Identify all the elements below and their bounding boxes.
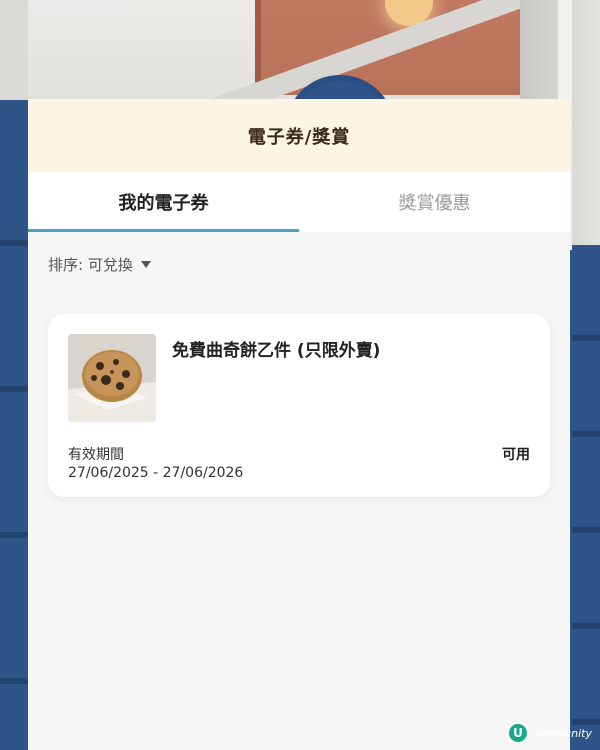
bg-right-door [572, 245, 600, 750]
watermark-text: community [529, 726, 592, 740]
coupon-title: 免費曲奇餅乙件 (只限外賣) [172, 341, 381, 361]
sort-dropdown[interactable]: 排序: 可兌換 [48, 254, 151, 275]
tab-my-ecoupons[interactable]: 我的電子券 [28, 172, 299, 232]
caret-down-icon [140, 261, 151, 268]
tab-rewards[interactable]: 獎賞優惠 [299, 172, 570, 232]
watermark-logo-icon: U [508, 724, 527, 742]
watermark: U community [508, 724, 592, 742]
tab-bar: 我的電子券 獎賞優惠 [28, 172, 570, 232]
validity-label: 有效期間 [68, 447, 124, 463]
cookie-thumbnail [68, 334, 156, 422]
validity-dates: 27/06/2025 - 27/06/2026 [68, 465, 244, 481]
page-title: 電子券/獎賞 [247, 126, 351, 148]
coupon-card[interactable]: 免費曲奇餅乙件 (只限外賣) 有效期間 27/06/2025 - 27/06/2… [48, 314, 550, 497]
bg-left-door [0, 100, 28, 750]
app-panel: 電子券/獎賞 我的電子券 獎賞優惠 排序: 可兌換 免費曲奇餅乙件 (只限外賣)… [28, 99, 570, 750]
sort-label: 排序: 可兌換 [48, 256, 133, 274]
page-header: 電子券/獎賞 [28, 99, 570, 172]
status-badge: 可用 [502, 447, 530, 463]
